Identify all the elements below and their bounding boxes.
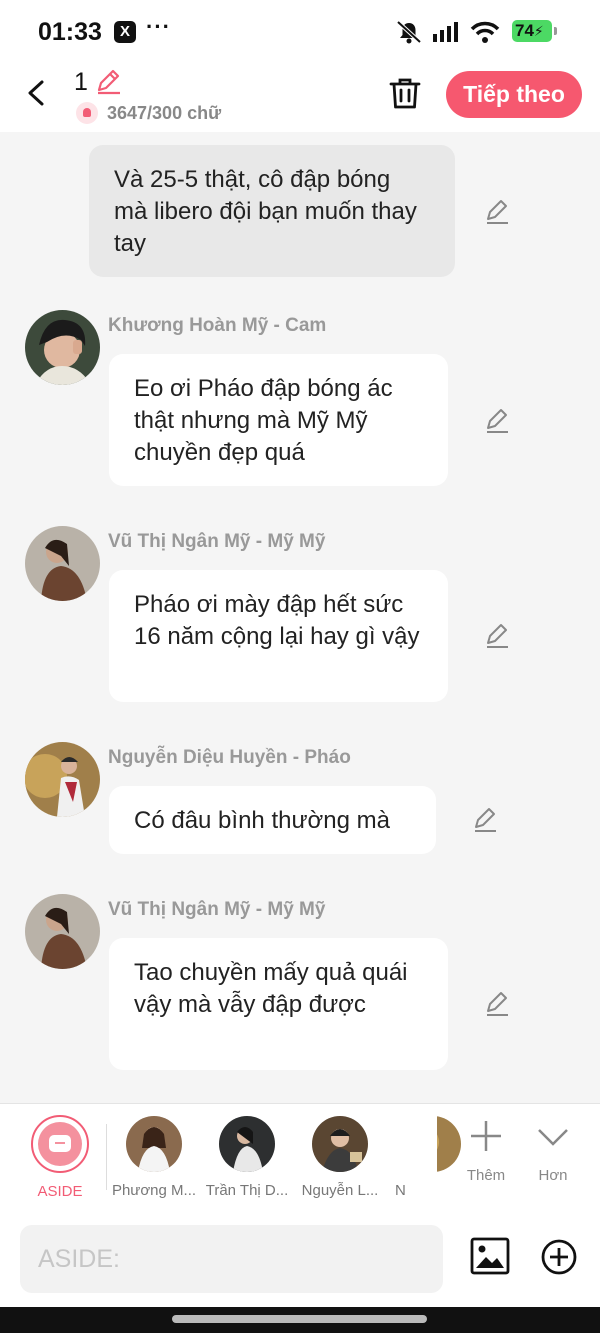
edit-pencil-icon[interactable] xyxy=(483,198,511,226)
aside-icon xyxy=(38,1122,82,1166)
editor-header: 1 3647/300 chữ Tiếp theo xyxy=(0,62,600,132)
sender-name: Vũ Thị Ngân Mỹ - Mỹ Mỹ xyxy=(108,899,326,920)
input-bar xyxy=(0,1210,600,1307)
chat-bubble[interactable]: Eo ơi Pháo đập bóng ác thật nhưng mà Mỹ … xyxy=(109,354,448,486)
battery-tip xyxy=(554,27,557,35)
back-arrow-icon[interactable] xyxy=(22,76,52,110)
signal-icon xyxy=(433,22,458,42)
plus-icon xyxy=(471,1121,501,1151)
mute-icon xyxy=(396,20,422,44)
character-name: Nguyễn L... xyxy=(301,1182,379,1199)
sender-name: Khương Hoàn Mỹ - Cam xyxy=(108,315,327,336)
word-count-icon xyxy=(76,102,98,124)
add-character-button[interactable]: Thêm xyxy=(456,1118,516,1184)
edit-pencil-icon[interactable] xyxy=(471,806,499,834)
edit-pencil-icon[interactable] xyxy=(483,407,511,435)
character-item[interactable]: Nguyễn L... xyxy=(296,1116,384,1199)
system-nav-bar xyxy=(0,1307,600,1333)
scroll-fade xyxy=(405,1104,437,1210)
avatar[interactable] xyxy=(25,526,100,601)
next-button[interactable]: Tiếp theo xyxy=(446,71,582,118)
character-avatar xyxy=(219,1116,275,1172)
wifi-icon xyxy=(470,21,500,43)
chapter-number: 1 xyxy=(74,68,88,96)
x-app-icon: X xyxy=(114,21,136,43)
aside-button[interactable] xyxy=(31,1115,89,1173)
character-bar: ASIDE Phương M... Trần Thị D... Nguyễn L… xyxy=(0,1103,600,1210)
more-label: Hơn xyxy=(538,1167,568,1184)
sender-name: Nguyễn Diệu Huyền - Pháo xyxy=(108,747,351,768)
chevron-down-icon xyxy=(538,1129,568,1146)
chat-bubble[interactable]: Có đâu bình thường mà xyxy=(109,786,436,854)
more-notifications-icon: ··· xyxy=(146,14,171,39)
avatar-photo xyxy=(25,742,100,817)
avatar[interactable] xyxy=(25,742,100,817)
home-indicator[interactable] xyxy=(172,1315,427,1323)
divider xyxy=(106,1124,107,1190)
character-item[interactable]: Phương M... xyxy=(110,1116,198,1199)
narration-bubble[interactable]: Và 25-5 thật, cô đập bóng mà libero đội … xyxy=(89,145,455,277)
avatar[interactable] xyxy=(25,310,100,385)
avatar-photo xyxy=(312,1116,368,1172)
add-label: Thêm xyxy=(466,1167,506,1184)
character-name: Trần Thị D... xyxy=(205,1182,289,1199)
image-icon[interactable] xyxy=(470,1237,510,1275)
character-avatar xyxy=(312,1116,368,1172)
status-bar: 01:33 X ··· 74⚡ xyxy=(0,0,600,62)
aside-label: ASIDE xyxy=(37,1183,83,1200)
battery-level: 74 xyxy=(515,21,534,40)
character-name: Phương M... xyxy=(111,1182,197,1199)
avatar-photo xyxy=(25,310,100,385)
edit-pencil-icon[interactable] xyxy=(483,990,511,1018)
pencil-icon[interactable] xyxy=(94,68,122,96)
avatar-photo xyxy=(25,894,100,969)
chat-bubble[interactable]: Tao chuyền mấy quả quái vậy mà vẫy đập đ… xyxy=(109,938,448,1070)
avatar-photo xyxy=(126,1116,182,1172)
avatar-photo xyxy=(25,526,100,601)
chat-bubble[interactable]: Pháo ơi mày đập hết sức 16 năm cộng lại … xyxy=(109,570,448,702)
edit-pencil-icon[interactable] xyxy=(483,622,511,650)
battery-indicator: 74⚡ xyxy=(512,20,552,42)
word-count: 3647/300 chữ xyxy=(107,103,222,123)
sender-name: Vũ Thị Ngân Mỹ - Mỹ Mỹ xyxy=(108,531,326,552)
trash-icon[interactable] xyxy=(388,75,422,111)
avatar-photo xyxy=(219,1116,275,1172)
character-avatar xyxy=(126,1116,182,1172)
more-characters-button[interactable]: Hơn xyxy=(523,1118,583,1184)
character-item[interactable]: Trần Thị D... xyxy=(203,1116,291,1199)
avatar[interactable] xyxy=(25,894,100,969)
add-circle-icon[interactable] xyxy=(540,1238,578,1276)
message-input[interactable] xyxy=(20,1225,443,1293)
status-time: 01:33 xyxy=(38,18,102,46)
